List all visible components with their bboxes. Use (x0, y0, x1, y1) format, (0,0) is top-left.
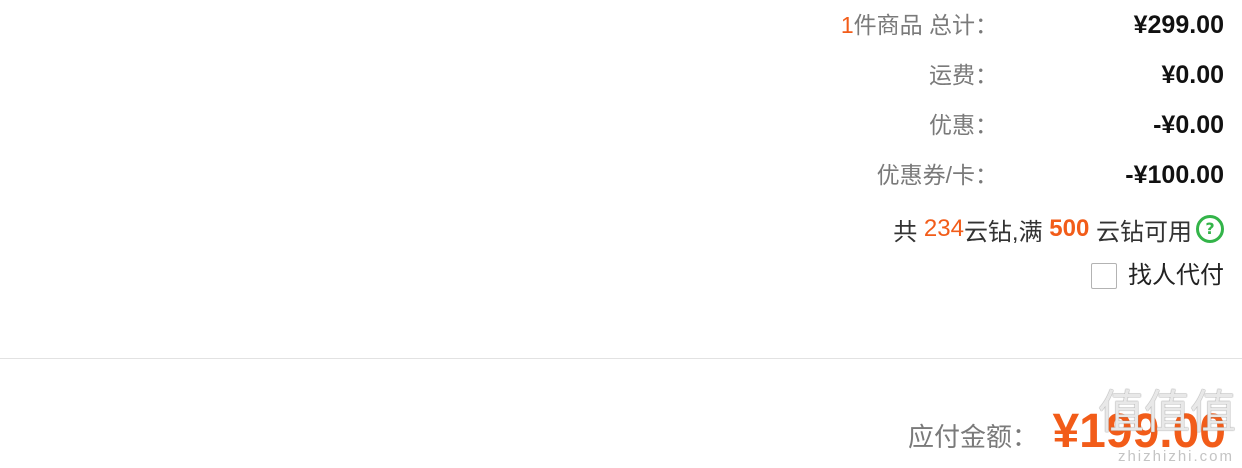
discount-value: -¥0.00 (1153, 111, 1224, 139)
total-value: ¥299.00 (1133, 11, 1224, 39)
item-count: 1 (840, 12, 854, 38)
pay-for-me-checkbox[interactable] (1091, 263, 1117, 289)
summary-row-total: 1件商品 总计： ¥299.00 (0, 10, 1242, 40)
summary-row-discount: 优惠： -¥0.00 (0, 110, 1242, 140)
cloud-diamond-balance: 234 (923, 215, 964, 242)
cloud-diamond-suffix: 云钻可用 (1089, 218, 1192, 246)
shipping-label: 运费： (929, 62, 998, 88)
divider (0, 358, 1242, 359)
summary-row-coupon: 优惠券/卡： -¥100.00 (0, 160, 1242, 190)
coupon-label: 优惠券/卡： (876, 162, 998, 188)
discount-label: 优惠： (929, 112, 998, 138)
question-circle-icon[interactable] (1196, 215, 1224, 243)
cloud-diamond-threshold: 500 (1049, 215, 1090, 242)
coupon-value: -¥100.00 (1125, 161, 1224, 189)
cloud-diamond-row: 共 234 云钻,满 500 云钻可用 (893, 214, 1224, 246)
total-label-text: 件商品 总计： (853, 12, 998, 38)
payable-amount: ¥199.00 (1052, 405, 1226, 458)
shipping-value: ¥0.00 (1161, 61, 1224, 89)
cloud-diamond-prefix: 共 (893, 218, 924, 246)
total-label: 1件商品 总计： (841, 10, 998, 40)
pay-for-me-option[interactable]: 找人代付 (1091, 261, 1224, 291)
payable-label: 应付金额： (907, 422, 1038, 452)
pay-for-me-label[interactable]: 找人代付 (1128, 261, 1224, 291)
cloud-diamond-middle: 云钻,满 (963, 218, 1050, 246)
summary-row-shipping: 运费： ¥0.00 (0, 60, 1242, 90)
